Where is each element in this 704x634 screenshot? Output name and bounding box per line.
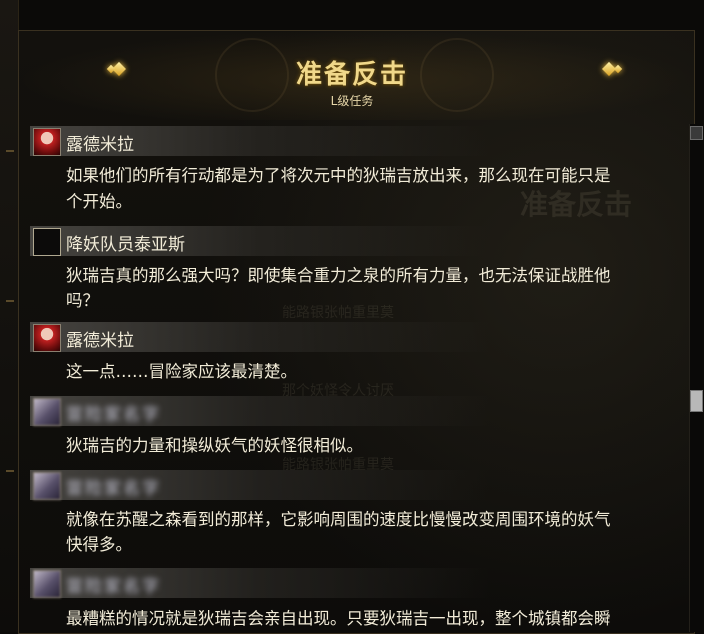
frame-tick: [6, 300, 14, 302]
dialogue-line: 狄瑞吉真的那么强大吗？即使集合重力之泉的所有力量，也无法保证战胜他: [66, 266, 611, 285]
dialogue-line: 如果他们的所有行动都是为了将次元中的狄瑞吉放出来，那么现在可能只是: [66, 166, 611, 185]
speaker-name-censored: 冒险家名字: [66, 479, 161, 499]
dialogue-line: 狄瑞吉的力量和操纵妖气的妖怪很相似。: [66, 436, 363, 455]
background-text-ghost: 能路银张帕重里莫: [282, 305, 394, 321]
quest-title: 准备反击: [295, 60, 408, 90]
dialogue-line: 就像在苏醒之森看到的那样，它影响周围的速度比慢慢改变周围环境的妖气: [66, 510, 611, 529]
portrait-icon: [33, 472, 61, 500]
quest-level: L级任务: [330, 94, 374, 108]
background-title-ghost: 准备反击: [520, 188, 633, 221]
portrait-icon: [33, 398, 61, 426]
scrollbar-thumb[interactable]: [690, 390, 703, 412]
scrollbar-track[interactable]: [689, 124, 702, 632]
speaker-name-censored: 冒险家名字: [66, 577, 161, 597]
dialogue-line: 最糟糕的情况就是狄瑞吉会亲自出现。只要狄瑞吉一出现，整个城镇都会瞬: [66, 609, 611, 628]
portrait-icon: [33, 570, 61, 598]
speaker-name: 露德米拉: [66, 135, 134, 155]
dialogue-line: 个开始。: [66, 192, 132, 211]
frame-tick: [6, 470, 14, 472]
speaker-name: 露德米拉: [66, 331, 134, 351]
scroll-up-button[interactable]: [690, 126, 703, 140]
portrait-icon: [33, 324, 61, 352]
dialogue-line: 快得多。: [66, 535, 132, 554]
frame-tick: [6, 150, 14, 152]
speaker-name: 降妖队员泰亚斯: [66, 235, 185, 255]
speaker-name-censored: 冒险家名字: [66, 405, 161, 425]
dialogue-line: 这一点……冒险家应该最清楚。: [66, 362, 297, 381]
portrait-icon: [33, 228, 61, 256]
dialogue-line: 吗？: [66, 291, 99, 310]
portrait-icon: [33, 128, 61, 156]
